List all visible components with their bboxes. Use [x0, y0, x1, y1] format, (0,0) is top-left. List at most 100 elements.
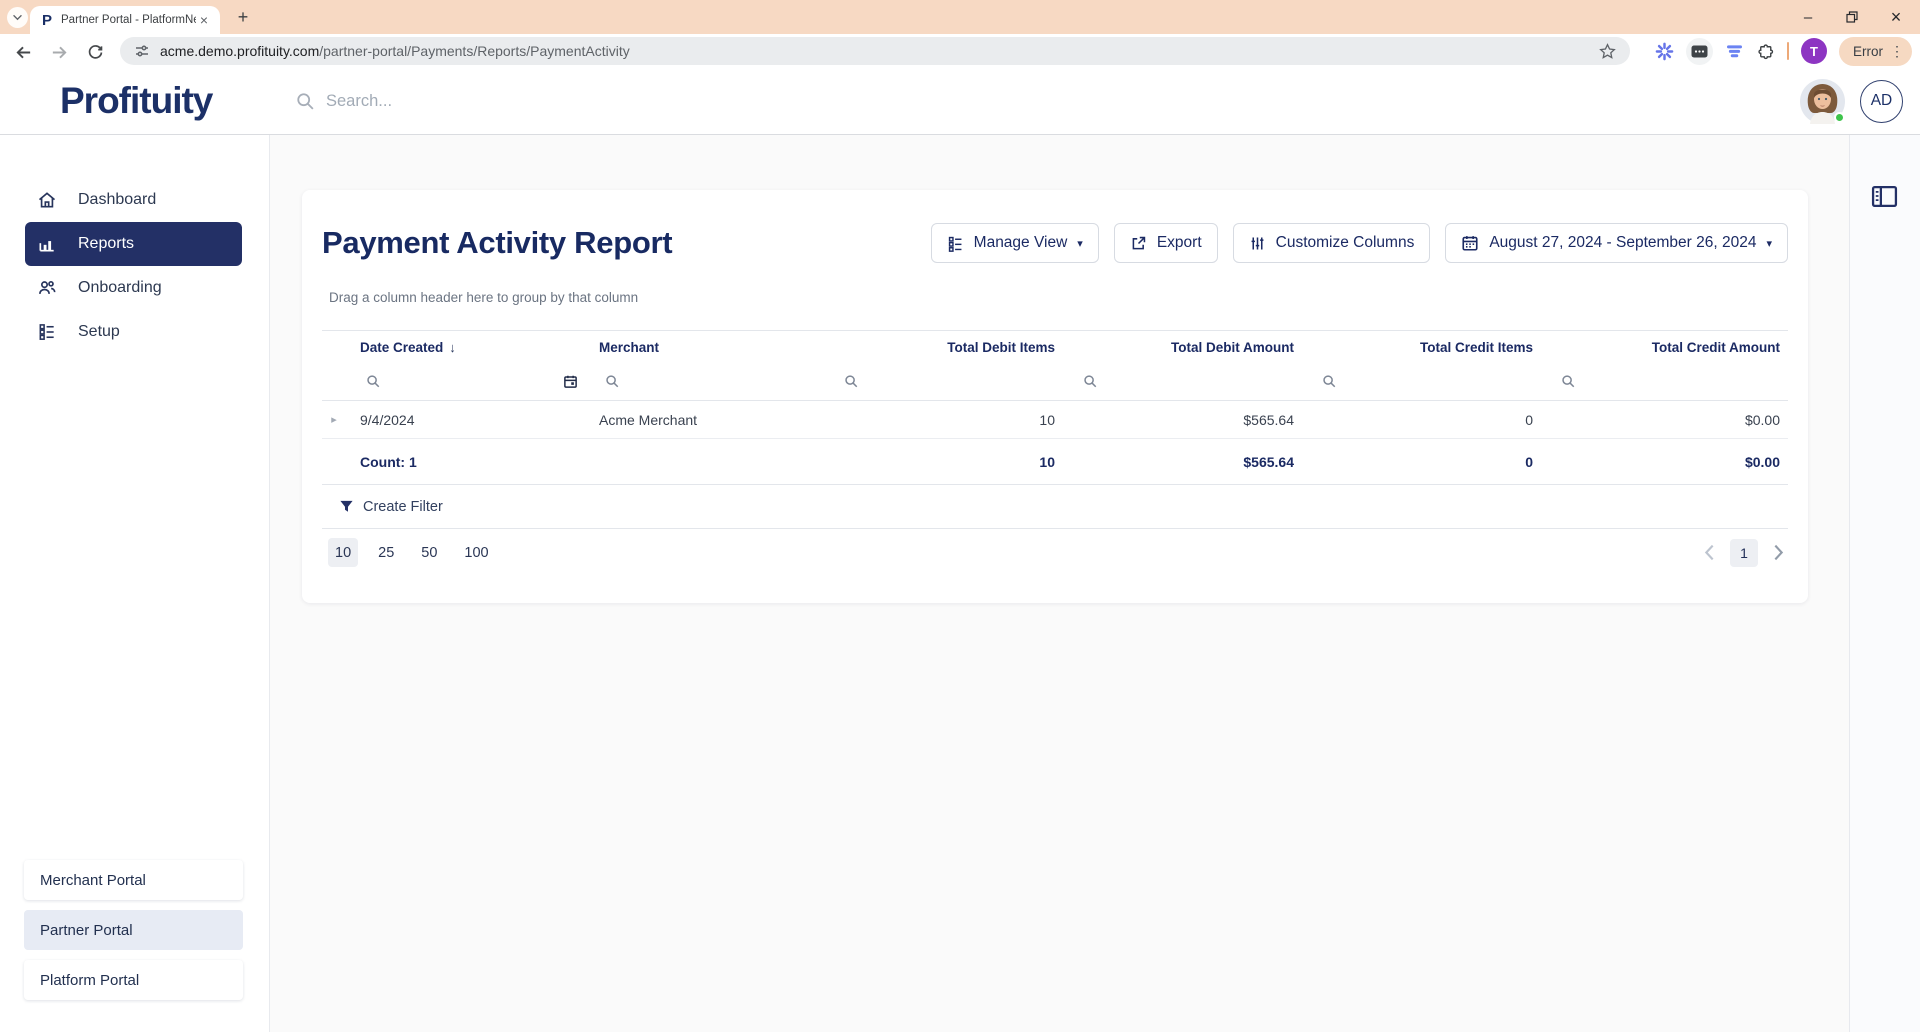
browser-profile-avatar[interactable]: T: [1801, 38, 1827, 64]
url-text: acme.demo.profituity.com/partner-portal/…: [160, 43, 630, 59]
cell-total-debit-amount: $565.64: [1243, 411, 1294, 428]
summary-total-credit-items: 0: [1525, 453, 1533, 470]
column-header-total-credit-items[interactable]: Total Credit Items: [1302, 340, 1541, 355]
table-row[interactable]: ▸ 9/4/2024 Acme Merchant 10 $565.64 0 $0…: [322, 401, 1788, 439]
cell-merchant: Acme Merchant: [599, 411, 698, 428]
pager: 10 25 50 100 1: [322, 538, 1788, 567]
grid-header-row: Date Created ↓ Merchant Total Debit Item…: [322, 330, 1788, 363]
column-header-merchant[interactable]: Merchant: [585, 340, 824, 355]
page-size-100[interactable]: 100: [457, 538, 495, 567]
extension-captions-icon[interactable]: [1686, 37, 1713, 65]
customize-columns-button[interactable]: Customize Columns: [1232, 223, 1431, 263]
caret-down-icon: ▾: [1077, 237, 1083, 250]
calendar-picker-icon[interactable]: [563, 374, 578, 389]
browser-tab-strip: P Partner Portal - PlatformNext × + – ×: [0, 0, 1920, 34]
filter-cell-total-debit-items[interactable]: [824, 374, 1063, 389]
window-restore-button[interactable]: [1830, 0, 1874, 34]
browser-menu-icon[interactable]: ⋮: [1890, 43, 1904, 60]
sidebar: Dashboard Reports Onboarding Setup Merch…: [0, 135, 270, 1032]
toolbar-separator: [1787, 42, 1789, 60]
sort-descending-icon: ↓: [449, 339, 456, 355]
browser-tab[interactable]: P Partner Portal - PlatformNext ×: [30, 6, 220, 34]
create-filter-button[interactable]: Create Filter: [322, 485, 1788, 529]
summary-total-debit-amount: $565.64: [1243, 453, 1294, 470]
filter-funnel-icon: [339, 499, 354, 514]
sidebar-item-label: Onboarding: [78, 279, 162, 296]
date-range-button[interactable]: August 27, 2024 - September 26, 2024 ▾: [1445, 223, 1788, 263]
profile-error-label: Error: [1853, 43, 1883, 59]
current-page-indicator[interactable]: 1: [1730, 538, 1758, 567]
create-filter-label: Create Filter: [363, 498, 443, 515]
sidebar-item-label: Dashboard: [78, 191, 157, 208]
column-header-total-credit-amount[interactable]: Total Credit Amount: [1541, 340, 1788, 355]
sidebar-item-reports[interactable]: Reports: [25, 222, 242, 266]
profile-error-button[interactable]: Error ⋮: [1839, 36, 1912, 66]
search-input[interactable]: [326, 91, 746, 111]
search-icon: [367, 375, 380, 388]
filter-cell-merchant[interactable]: [585, 374, 824, 389]
tab-search-button[interactable]: [7, 7, 28, 28]
row-expand-icon[interactable]: ▸: [322, 413, 346, 426]
url-bar[interactable]: acme.demo.profituity.com/partner-portal/…: [120, 37, 1630, 65]
window-close-button[interactable]: ×: [1874, 0, 1918, 34]
calendar-icon: [1461, 234, 1479, 252]
page-navigation: 1: [1704, 538, 1784, 567]
portal-switcher: Merchant Portal Partner Portal Platform …: [24, 860, 243, 1010]
column-header-total-debit-amount[interactable]: Total Debit Amount: [1063, 340, 1302, 355]
filter-cell-date-created[interactable]: [346, 374, 585, 389]
header-right: AD: [1800, 68, 1903, 134]
sidebar-item-onboarding[interactable]: Onboarding: [25, 266, 242, 310]
site-settings-icon[interactable]: [134, 43, 150, 59]
sidebar-item-label: Reports: [78, 235, 135, 252]
portal-button-partner[interactable]: Partner Portal: [24, 910, 243, 950]
sidebar-item-setup[interactable]: Setup: [25, 310, 242, 354]
page-size-10[interactable]: 10: [328, 538, 359, 567]
toolbar-extensions: T Error ⋮: [1655, 34, 1912, 68]
extension-sunburst-icon[interactable]: [1655, 42, 1674, 61]
user-initials-badge[interactable]: AD: [1860, 79, 1903, 123]
caret-down-icon: ▾: [1766, 237, 1772, 250]
column-header-date-created[interactable]: Date Created ↓: [346, 340, 585, 355]
manage-view-button[interactable]: Manage View ▾: [930, 223, 1099, 263]
panel-toggle-button[interactable]: [1871, 184, 1898, 209]
global-search: [296, 68, 746, 134]
tab-close-icon[interactable]: ×: [196, 12, 212, 28]
filter-cell-total-debit-amount[interactable]: [1063, 374, 1302, 389]
sidebar-nav: Dashboard Reports Onboarding Setup: [0, 178, 269, 354]
manage-view-label: Manage View: [973, 234, 1068, 251]
payment-activity-grid: Date Created ↓ Merchant Total Debit Item…: [322, 330, 1788, 567]
app-logo[interactable]: Profituity: [60, 68, 213, 134]
window-controls: – ×: [1786, 0, 1918, 34]
export-button[interactable]: Export: [1113, 223, 1218, 263]
portal-button-merchant[interactable]: Merchant Portal: [24, 860, 243, 900]
window-minimize-button[interactable]: –: [1786, 0, 1830, 34]
summary-total-credit-amount: $0.00: [1744, 453, 1780, 470]
reload-button[interactable]: [84, 41, 106, 63]
column-label: Date Created: [360, 339, 444, 355]
search-icon: [606, 375, 619, 388]
portal-button-platform[interactable]: Platform Portal: [24, 960, 243, 1000]
next-page-button[interactable]: [1773, 544, 1784, 561]
url-host: acme.demo.profituity.com: [160, 43, 320, 59]
search-icon: [1323, 375, 1336, 388]
page-title: Payment Activity Report: [322, 225, 673, 260]
page-size-50[interactable]: 50: [414, 538, 444, 567]
extension-funnel-bars-icon[interactable]: [1725, 44, 1744, 59]
forward-button[interactable]: [48, 41, 70, 63]
search-icon: [845, 375, 858, 388]
filter-cell-total-credit-items[interactable]: [1302, 374, 1541, 389]
summary-total-debit-items: 10: [1039, 453, 1055, 470]
date-range-label: August 27, 2024 - September 26, 2024: [1489, 234, 1757, 251]
page-size-25[interactable]: 25: [371, 538, 401, 567]
bookmark-star-icon[interactable]: [1599, 42, 1616, 60]
filter-cell-total-credit-amount[interactable]: [1541, 374, 1788, 389]
cell-date-created: 9/4/2024: [360, 411, 415, 428]
extensions-puzzle-icon[interactable]: [1756, 42, 1775, 61]
column-header-total-debit-items[interactable]: Total Debit Items: [824, 340, 1063, 355]
previous-page-button[interactable]: [1704, 544, 1715, 561]
back-button[interactable]: [12, 41, 34, 63]
restore-icon: [1846, 11, 1858, 23]
sidebar-item-dashboard[interactable]: Dashboard: [25, 178, 242, 222]
new-tab-button[interactable]: +: [230, 4, 256, 30]
user-avatar[interactable]: [1800, 78, 1845, 124]
